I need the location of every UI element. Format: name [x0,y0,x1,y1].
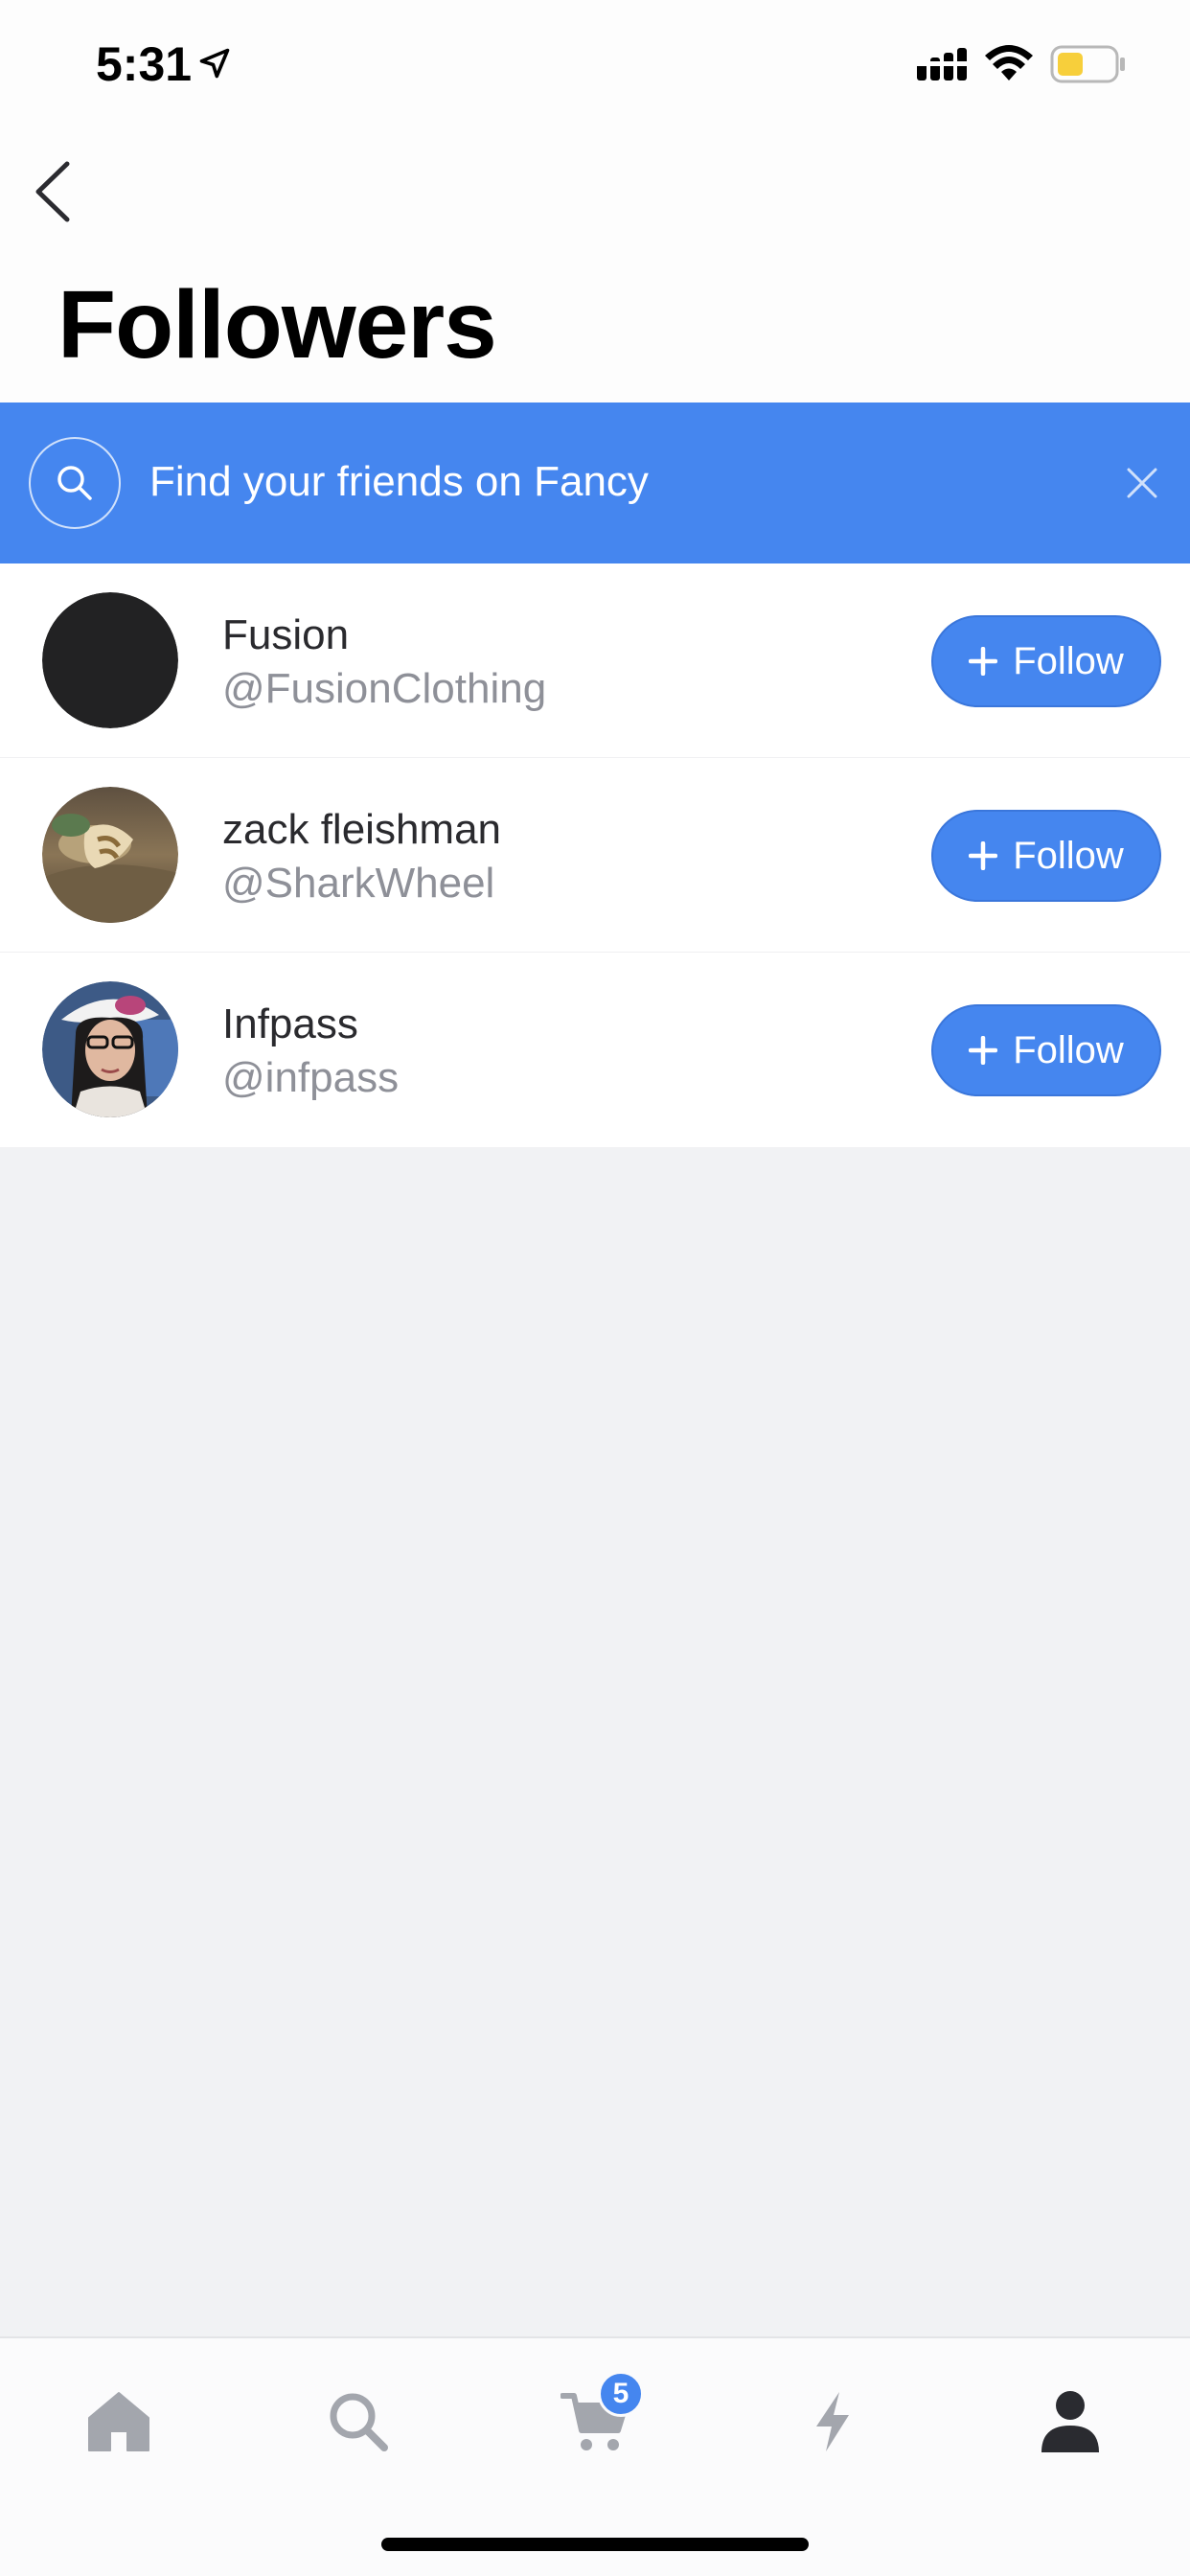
back-button[interactable] [21,153,82,230]
follow-label: Follow [1013,1028,1124,1071]
list-item[interactable]: zack fleishman @SharkWheel Follow [0,758,1190,953]
plus-icon [969,647,998,676]
user-name[interactable]: Infpass [222,1000,358,1048]
cellular-signal-icon [917,48,969,85]
find-friends-text: Find your friends on Fancy [149,458,649,505]
home-icon[interactable] [76,2379,162,2465]
followers-list: Fusion @FusionClothing Follow zack fleis… [0,564,1190,1147]
search-icon [29,437,121,529]
location-arrow-icon [197,46,232,85]
avatar[interactable] [42,787,178,923]
follow-button[interactable]: Follow [931,615,1161,707]
plus-icon [969,841,998,870]
page-title: Followers [57,271,497,379]
follow-label: Follow [1013,639,1124,682]
follow-button[interactable]: Follow [931,1004,1161,1096]
avatar[interactable] [42,981,178,1117]
close-icon[interactable] [1108,448,1177,518]
follow-label: Follow [1013,834,1124,877]
cart-badge: 5 [598,2371,644,2417]
search-icon[interactable] [315,2379,401,2465]
user-handle: @SharkWheel [222,860,495,907]
list-item[interactable]: Fusion @FusionClothing Follow [0,564,1190,758]
plus-icon [969,1036,998,1065]
user-handle: @FusionClothing [222,665,547,712]
status-bar: 5:31 [0,0,1190,126]
cart-icon[interactable]: 5 [552,2371,644,2465]
user-name[interactable]: Fusion [222,611,349,659]
avatar[interactable] [42,592,178,728]
user-handle: @infpass [222,1054,400,1101]
list-item[interactable]: Infpass @infpass Follow [0,953,1190,1147]
header: Followers [0,126,1190,402]
bolt-icon[interactable] [790,2379,876,2465]
wifi-icon [984,44,1034,87]
home-indicator [381,2538,809,2551]
chevron-left-icon [35,161,70,222]
find-friends-banner[interactable]: Find your friends on Fancy [0,402,1190,564]
battery-icon [1050,45,1127,88]
status-time: 5:31 [96,37,193,91]
user-name[interactable]: zack fleishman [222,806,501,854]
follow-button[interactable]: Follow [931,810,1161,902]
profile-icon[interactable] [1027,2379,1113,2465]
